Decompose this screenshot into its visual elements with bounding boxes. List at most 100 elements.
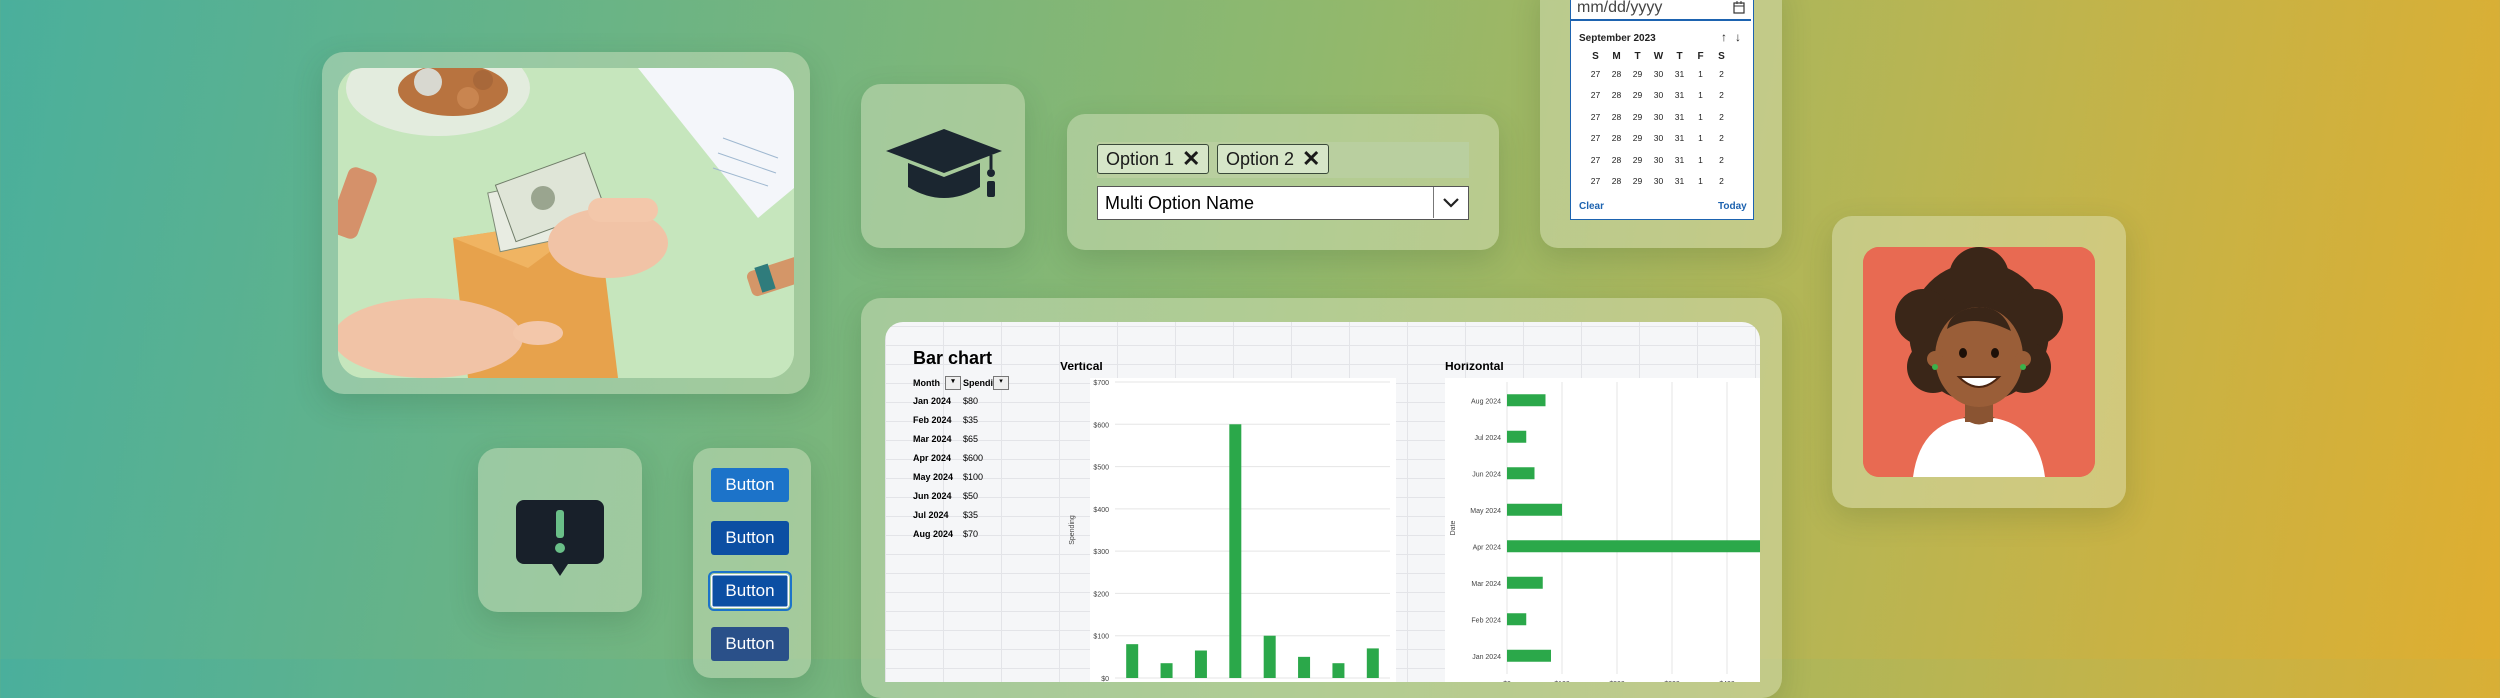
y-tick-label: $300 bbox=[1093, 549, 1109, 556]
calendar-day[interactable]: 30 bbox=[1648, 85, 1669, 107]
calendar-day[interactable]: 2 bbox=[1711, 106, 1732, 128]
close-icon[interactable]: ✕ bbox=[1182, 148, 1200, 170]
primary-button[interactable]: Button bbox=[711, 468, 789, 502]
cell-spending[interactable]: $600 bbox=[963, 453, 983, 463]
today-button[interactable]: Today bbox=[1718, 201, 1747, 212]
calendar-day[interactable]: 29 bbox=[1627, 149, 1648, 171]
sheet-title: Bar chart bbox=[913, 348, 993, 368]
month-label: September 2023 bbox=[1579, 33, 1656, 44]
pressed-button[interactable]: Button bbox=[711, 627, 789, 661]
calendar-day[interactable]: 2 bbox=[1711, 85, 1732, 107]
calendar-day[interactable]: 31 bbox=[1669, 149, 1690, 171]
buttons-card: Button Button Button Button bbox=[693, 448, 811, 678]
weekday-label: S bbox=[1592, 50, 1599, 62]
clear-button[interactable]: Clear bbox=[1579, 201, 1604, 212]
cell-spending[interactable]: $80 bbox=[963, 396, 978, 406]
calendar-day[interactable]: 1 bbox=[1690, 106, 1711, 128]
calendar-day[interactable]: 28 bbox=[1606, 85, 1627, 107]
cell-spending[interactable]: $50 bbox=[963, 491, 978, 501]
bar bbox=[1263, 635, 1276, 678]
multi-option-select[interactable]: Multi Option Name bbox=[1097, 186, 1469, 220]
table-row: Aug 2024 $70 bbox=[913, 529, 978, 539]
calendar-day[interactable]: 1 bbox=[1690, 63, 1711, 85]
chart-title: Vertical bbox=[1060, 362, 1103, 373]
calendar-day[interactable]: 29 bbox=[1627, 85, 1648, 107]
alert-card bbox=[478, 448, 642, 612]
calendar-day[interactable]: 28 bbox=[1606, 128, 1627, 150]
calendar-day[interactable]: 31 bbox=[1669, 63, 1690, 85]
y-axis-label: Date bbox=[1450, 521, 1457, 536]
calendar-day[interactable]: 31 bbox=[1669, 85, 1690, 107]
calendar-day[interactable]: 29 bbox=[1627, 63, 1648, 85]
y-tick-label: Mar 2024 bbox=[1471, 581, 1501, 588]
chip-option-1[interactable]: Option 1 ✕ bbox=[1097, 144, 1210, 174]
calendar-day[interactable]: 2 bbox=[1711, 171, 1732, 193]
calendar-icon[interactable] bbox=[1733, 1, 1745, 19]
weekday-label: M bbox=[1612, 50, 1621, 62]
calendar-day[interactable]: 28 bbox=[1606, 171, 1627, 193]
prev-month-arrow-icon[interactable]: ↑ bbox=[1721, 30, 1727, 44]
calendar-day[interactable]: 27 bbox=[1585, 171, 1606, 193]
date-placeholder: mm/dd/yyyy bbox=[1577, 0, 1663, 16]
calendar-day[interactable]: 28 bbox=[1606, 63, 1627, 85]
avatar bbox=[1863, 247, 2095, 477]
cell-month[interactable]: Jun 2024 bbox=[913, 491, 963, 501]
calendar-day[interactable]: 2 bbox=[1711, 128, 1732, 150]
cell-month[interactable]: Mar 2024 bbox=[913, 434, 963, 444]
cell-month[interactable]: May 2024 bbox=[913, 472, 963, 482]
filter-dropdown-icon[interactable]: ▾ bbox=[993, 376, 1009, 390]
plot-background bbox=[1445, 378, 1760, 682]
bar bbox=[1229, 424, 1242, 678]
cell-spending[interactable]: $35 bbox=[963, 510, 978, 520]
calendar-day[interactable]: 27 bbox=[1585, 63, 1606, 85]
chip-option-2[interactable]: Option 2 ✕ bbox=[1217, 144, 1330, 174]
calendar-day[interactable]: 1 bbox=[1690, 85, 1711, 107]
chevron-down-icon[interactable] bbox=[1433, 187, 1468, 218]
calendar-day[interactable]: 30 bbox=[1648, 128, 1669, 150]
next-month-arrow-icon[interactable]: ↓ bbox=[1735, 30, 1741, 44]
calendar-day[interactable]: 2 bbox=[1711, 149, 1732, 171]
multiselect-card: Option 1 ✕ Option 2 ✕ Multi Option Name bbox=[1067, 114, 1499, 250]
calendar-day[interactable]: 1 bbox=[1690, 128, 1711, 150]
calendar-day[interactable]: 29 bbox=[1627, 128, 1648, 150]
calendar-day[interactable]: 28 bbox=[1606, 106, 1627, 128]
speech-bubble-alert-icon bbox=[516, 500, 604, 585]
bar bbox=[1507, 503, 1562, 516]
filter-dropdown-icon[interactable]: ▾ bbox=[945, 376, 961, 390]
calendar-day[interactable]: 30 bbox=[1648, 171, 1669, 193]
calendar-day[interactable]: 30 bbox=[1648, 63, 1669, 85]
cell-spending[interactable]: $35 bbox=[963, 415, 978, 425]
calendar-day[interactable]: 27 bbox=[1585, 106, 1606, 128]
cell-month[interactable]: Apr 2024 bbox=[913, 453, 963, 463]
weekday-label: W bbox=[1653, 50, 1664, 62]
calendar-day[interactable]: 31 bbox=[1669, 128, 1690, 150]
calendar-day[interactable]: 31 bbox=[1669, 171, 1690, 193]
cell-spending[interactable]: $65 bbox=[963, 434, 978, 444]
cell-spending[interactable]: $70 bbox=[963, 529, 978, 539]
cell-month[interactable]: Jul 2024 bbox=[913, 510, 963, 520]
calendar-day[interactable]: 29 bbox=[1627, 106, 1648, 128]
cell-month[interactable]: Feb 2024 bbox=[913, 415, 963, 425]
focused-button[interactable]: Button bbox=[708, 571, 792, 611]
cell-spending[interactable]: $100 bbox=[963, 472, 983, 482]
table-row: Apr 2024 $600 bbox=[913, 453, 983, 463]
calendar-day[interactable]: 27 bbox=[1585, 128, 1606, 150]
x-tick-label: $200 bbox=[1609, 681, 1625, 682]
weekday-label: T bbox=[1634, 50, 1641, 62]
chart-title: Horizontal bbox=[1445, 362, 1504, 373]
calendar-day[interactable]: 31 bbox=[1669, 106, 1690, 128]
calendar-day[interactable]: 1 bbox=[1690, 171, 1711, 193]
calendar-day[interactable]: 2 bbox=[1711, 63, 1732, 85]
hover-button[interactable]: Button bbox=[711, 521, 789, 555]
calendar-day[interactable]: 30 bbox=[1648, 149, 1669, 171]
cell-month[interactable]: Jan 2024 bbox=[913, 396, 963, 406]
calendar-day[interactable]: 29 bbox=[1627, 171, 1648, 193]
cell-month[interactable]: Aug 2024 bbox=[913, 529, 963, 539]
calendar-day[interactable]: 1 bbox=[1690, 149, 1711, 171]
calendar-day[interactable]: 28 bbox=[1606, 149, 1627, 171]
date-input[interactable]: mm/dd/yyyy bbox=[1571, 0, 1751, 21]
calendar-day[interactable]: 27 bbox=[1585, 149, 1606, 171]
calendar-day[interactable]: 30 bbox=[1648, 106, 1669, 128]
calendar-day[interactable]: 27 bbox=[1585, 85, 1606, 107]
close-icon[interactable]: ✕ bbox=[1302, 148, 1320, 170]
